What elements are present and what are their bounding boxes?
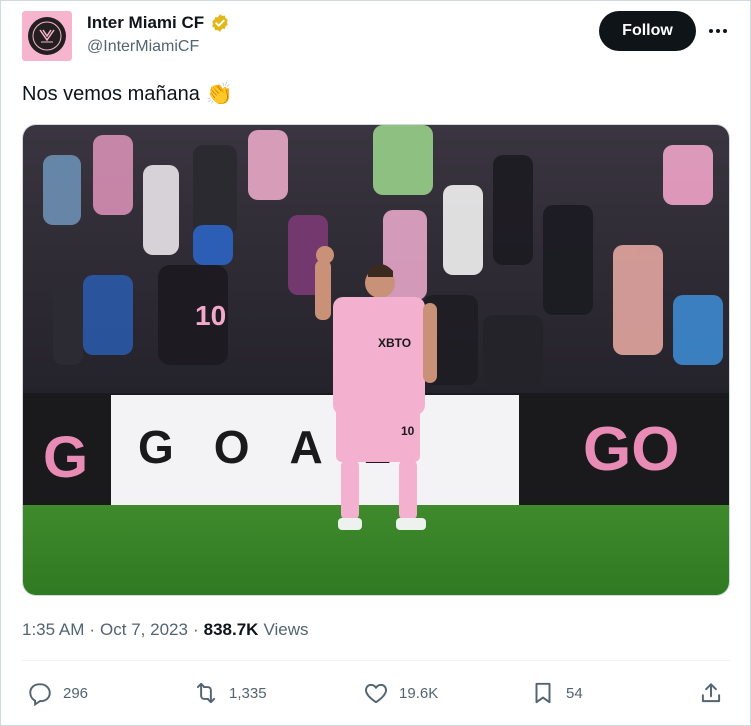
tweet-time[interactable]: 1:35 AM: [22, 620, 84, 640]
tweet-meta: 1:35 AM · Oct 7, 2023 · 838.7K Views: [22, 620, 308, 640]
fan-jersey-number: 10: [195, 300, 226, 331]
reply-count: 296: [63, 684, 89, 702]
like-button[interactable]: 19.6K: [363, 673, 438, 713]
meta-separator: ·: [89, 620, 96, 639]
tweet-actions-bar: 296 1,335 19.6K 54: [1, 673, 751, 713]
tweet-date[interactable]: Oct 7, 2023: [100, 620, 188, 640]
stadium-photo: 10 GOAL G GO XBTO 10: [23, 125, 729, 595]
bookmark-button[interactable]: 54: [530, 673, 583, 713]
repost-icon: [196, 682, 216, 704]
follow-button[interactable]: Follow: [599, 11, 696, 51]
actions-divider: [22, 660, 730, 661]
clapping-hands-emoji: 👏: [205, 81, 234, 106]
bookmark-icon: [535, 682, 551, 704]
more-icon[interactable]: [704, 19, 732, 43]
tweet-card: Inter Miami CF @InterMiamiCF Follow Nos …: [0, 0, 751, 726]
right-board-text: GO: [583, 415, 679, 484]
verified-badge-icon: [212, 14, 228, 32]
repost-button[interactable]: 1,335: [193, 673, 267, 713]
share-icon: [701, 683, 721, 703]
repost-count: 1,335: [229, 684, 267, 702]
views-label: Views: [263, 620, 309, 639]
share-button[interactable]: [698, 673, 724, 713]
tweet-text: Nos vemos mañana 👏: [22, 81, 233, 107]
bookmark-count: 54: [566, 684, 583, 702]
reply-icon: [29, 683, 51, 706]
meta-separator-2: ·: [192, 620, 199, 639]
left-board-text: G: [43, 425, 88, 490]
tweet-photo[interactable]: 10 GOAL G GO XBTO 10: [22, 124, 730, 596]
account-avatar[interactable]: [22, 11, 72, 61]
reply-button[interactable]: 296: [27, 673, 88, 713]
jersey-sponsor-text: XBTO: [378, 336, 411, 350]
account-display-name[interactable]: Inter Miami CF: [87, 13, 204, 33]
views-count: 838.7K: [203, 620, 259, 639]
heart-icon: [365, 683, 387, 704]
shorts-number-text: 10: [401, 424, 415, 438]
inter-miami-crest-icon: [28, 17, 66, 55]
like-count: 19.6K: [399, 684, 439, 702]
tweet-text-content: Nos vemos mañana: [22, 82, 200, 105]
account-handle[interactable]: @InterMiamiCF: [87, 38, 199, 56]
account-name-row: Inter Miami CF: [87, 13, 230, 33]
